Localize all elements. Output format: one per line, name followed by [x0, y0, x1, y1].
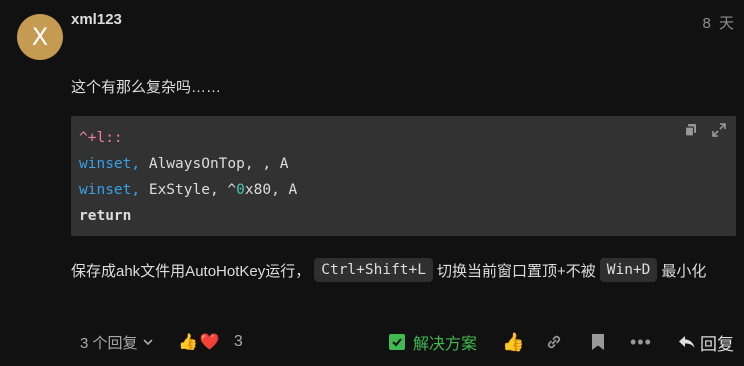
bookmark-icon	[592, 334, 604, 350]
reply-button[interactable]: 回复	[678, 326, 734, 358]
text-after: 最小化	[661, 262, 707, 280]
code-token: x80, A	[244, 182, 298, 198]
post-footer: 3 个回复 👍 ❤️ 3 解决方案 👍 ••• 回复	[0, 326, 744, 358]
avatar[interactable]: X	[17, 14, 63, 60]
code-actions	[684, 123, 726, 137]
code-token: ^+l::	[79, 130, 123, 146]
code-token: AlwaysOnTop, , A	[140, 156, 289, 172]
solution-badge[interactable]: 解决方案	[389, 326, 477, 358]
code-line: winset, ExStyle, ^0x80, A	[79, 177, 297, 203]
text-middle: 切换当前窗口置顶+不被	[437, 262, 596, 280]
post-text: 这个有那么复杂吗……	[71, 79, 222, 96]
username[interactable]: xml123	[71, 11, 122, 28]
kbd-win-d: Win+D	[599, 258, 658, 282]
replies-count: 3 个回复	[80, 334, 138, 352]
avatar-letter: X	[31, 23, 49, 51]
thumbs-up-icon: 👍	[502, 331, 525, 352]
link-icon	[547, 335, 561, 349]
bookmark-button[interactable]	[590, 326, 606, 358]
heart-reaction-icon: ❤️	[199, 334, 220, 351]
reply-icon	[679, 336, 695, 348]
like-button[interactable]: 👍	[502, 326, 524, 358]
code-line: winset, AlwaysOnTop, , A	[79, 151, 297, 177]
replies-toggle[interactable]: 3 个回复	[80, 326, 154, 358]
thumbs-up-reaction-icon: 👍	[178, 334, 198, 351]
post-time[interactable]: 8 天	[702, 12, 736, 33]
checkbox-check-icon	[389, 334, 405, 350]
code-token: winset,	[79, 156, 141, 172]
code-block: ^+l:: winset, AlwaysOnTop, , Awinset, ExS…	[71, 116, 736, 236]
copy-icon[interactable]	[684, 123, 698, 137]
code-token: 0	[236, 182, 245, 198]
solution-label: 解决方案	[413, 336, 478, 353]
chevron-down-icon	[142, 339, 153, 346]
code-lines: ^+l:: winset, AlwaysOnTop, , Awinset, ExS…	[79, 125, 297, 229]
code-line: return	[79, 203, 297, 229]
code-line: ^+l::	[79, 125, 297, 151]
link-button[interactable]	[545, 326, 563, 358]
reaction-count: 3	[233, 333, 243, 350]
more-button[interactable]: •••	[630, 326, 652, 358]
code-token: return	[79, 208, 132, 224]
reactions[interactable]: 👍 ❤️ 3	[178, 326, 243, 358]
kbd-ctrl-shift-l: Ctrl+Shift+L	[314, 258, 433, 282]
more-icon: •••	[630, 331, 652, 352]
text-before: 保存成ahk文件用AutoHotKey运行，	[71, 262, 311, 280]
code-token: ExStyle, ^	[140, 182, 237, 198]
code-token: winset,	[79, 182, 141, 198]
reply-label: 回复	[700, 334, 734, 354]
fullscreen-icon[interactable]	[712, 123, 726, 137]
post-body-text: 保存成ahk文件用AutoHotKey运行， Ctrl+Shift+L 切换当前…	[71, 256, 706, 284]
